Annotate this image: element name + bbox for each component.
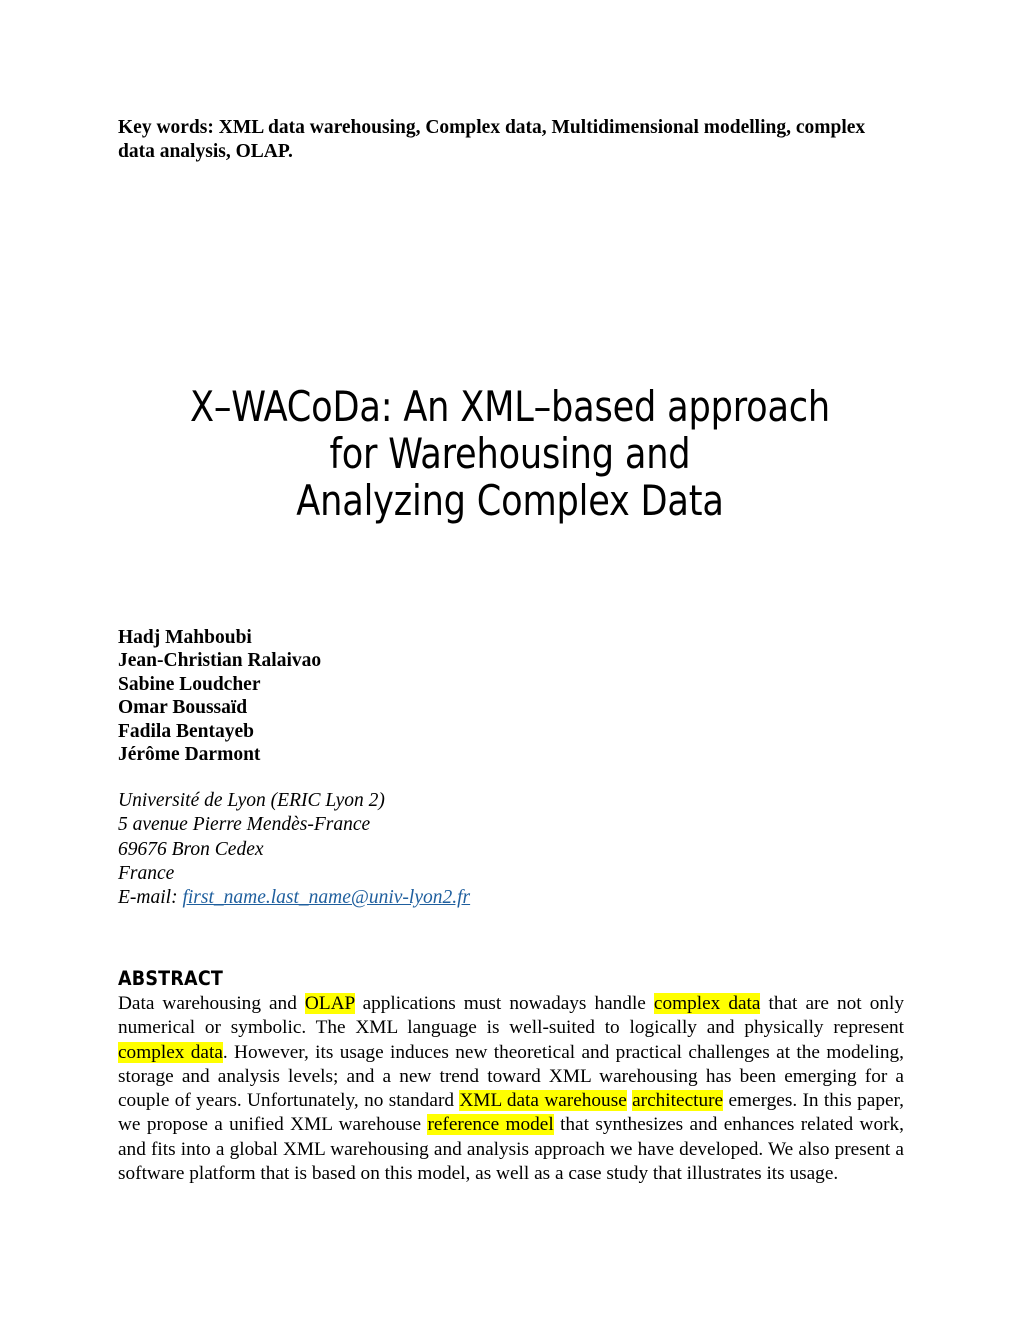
abstract-highlight: OLAP — [304, 993, 355, 1014]
affiliation-block: Université de Lyon (ERIC Lyon 2) 5 avenu… — [118, 789, 678, 910]
abstract-highlight: XML data warehouse — [459, 1090, 627, 1112]
email-label: E-mail: — [118, 887, 178, 909]
author-list: Hadj Mahboubi Jean-Christian Ralaivao Sa… — [118, 626, 618, 766]
title-line-2: for Warehousing and — [329, 429, 691, 478]
author-name: Fadila Bentayeb — [118, 720, 254, 742]
affiliation-line: Université de Lyon (ERIC Lyon 2) — [118, 790, 385, 811]
author-name: Sabine Loudcher — [118, 673, 261, 695]
affiliation-line: 69676 Bron Cedex — [118, 838, 264, 860]
abstract-body: Data warehousing and OLAP applications m… — [118, 992, 904, 1186]
abstract-highlight: architecture — [632, 1090, 724, 1112]
affiliation-line: 5 avenue Pierre Mendès-France — [118, 814, 371, 836]
abstract-text: applications must nowadays handle — [354, 993, 654, 1014]
abstract-highlight: complex data — [653, 993, 761, 1014]
title-line-1: X–WACoDa: An XML–based approach — [189, 382, 831, 431]
abstract-text: Data warehousing and — [118, 993, 305, 1014]
document-page: Key words: XML data warehousing, Complex… — [0, 0, 1020, 1320]
author-name: Omar Boussaïd — [118, 697, 248, 719]
abstract-heading: ABSTRACT — [118, 967, 224, 990]
abstract-highlight: complex data — [118, 1041, 223, 1063]
author-name: Jean-Christian Ralaivao — [118, 650, 322, 672]
author-name: Hadj Mahboubi — [118, 627, 252, 648]
author-name: Jérôme Darmont — [118, 744, 261, 766]
email-link[interactable]: first_name.last_name@univ-lyon2.fr — [182, 887, 470, 908]
abstract-highlight: reference model — [427, 1114, 554, 1136]
affiliation-line: France — [118, 862, 175, 884]
paper-title: X–WACoDa: An XML–based approach for Ware… — [92, 383, 929, 524]
title-line-3: Analyzing Complex Data — [296, 476, 724, 525]
keywords-line: Key words: XML data warehousing, Complex… — [118, 117, 866, 162]
email-line: E-mail: first_name.last_name@univ-lyon2.… — [118, 886, 678, 910]
